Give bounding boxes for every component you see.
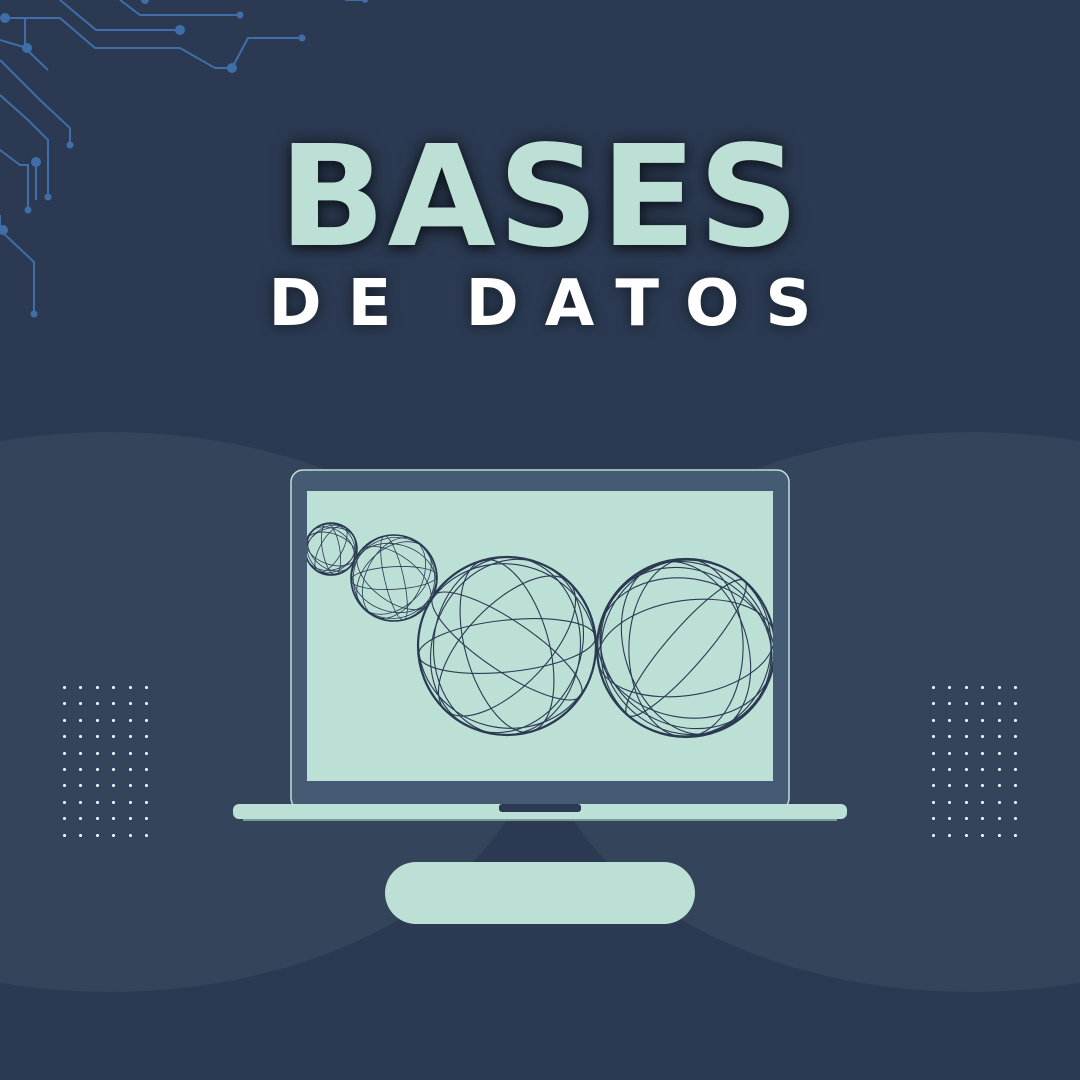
laptop-hinge-notch [499, 804, 581, 812]
laptop-stand [385, 862, 695, 924]
poster-canvas: BASES DE DATOS [0, 0, 1080, 1080]
laptop-screen [307, 491, 773, 781]
